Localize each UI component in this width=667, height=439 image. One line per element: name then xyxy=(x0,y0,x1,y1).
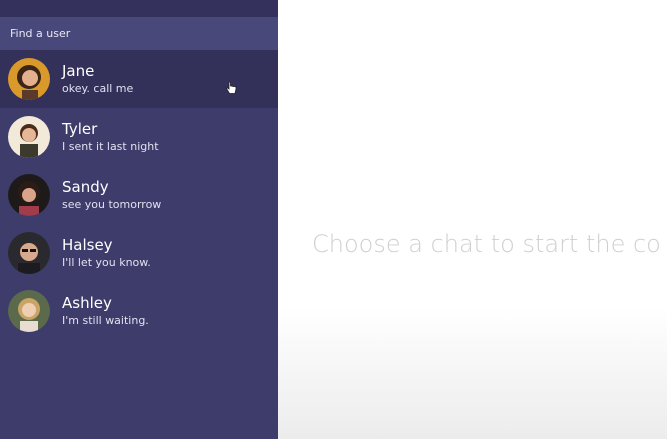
user-last-message: I sent it last night xyxy=(62,140,159,153)
user-item-sandy[interactable]: Sandy see you tomorrow xyxy=(0,166,278,224)
user-name: Jane xyxy=(62,62,95,80)
user-item-tyler[interactable]: Tyler I sent it last night xyxy=(0,108,278,166)
chat-area: Choose a chat to start the co xyxy=(278,0,667,439)
user-text: Ashley I'm still waiting. xyxy=(62,294,149,328)
user-text: Sandy see you tomorrow xyxy=(62,178,161,212)
user-last-message: okey. call me xyxy=(62,82,134,95)
avatar xyxy=(8,174,50,216)
user-text: Tyler I sent it last night xyxy=(62,120,159,154)
avatar xyxy=(8,58,50,100)
user-name: Halsey xyxy=(62,236,113,254)
user-name: Ashley xyxy=(62,294,112,312)
user-list: Jane okey. call me Tyler I sent it last … xyxy=(0,50,278,340)
sidebar-top-bar xyxy=(0,0,278,17)
user-item-jane[interactable]: Jane okey. call me xyxy=(0,50,278,108)
user-name: Tyler xyxy=(62,120,98,138)
hand-cursor-icon xyxy=(225,80,237,99)
user-text: Halsey I'll let you know. xyxy=(62,236,151,270)
avatar xyxy=(8,232,50,274)
sidebar: Jane okey. call me xyxy=(0,0,278,439)
user-last-message: I'll let you know. xyxy=(62,256,151,269)
user-item-halsey[interactable]: Halsey I'll let you know. xyxy=(0,224,278,282)
empty-chat-placeholder: Choose a chat to start the co xyxy=(312,230,661,258)
avatar xyxy=(8,290,50,332)
chat-app: Jane okey. call me xyxy=(0,0,667,439)
user-item-ashley[interactable]: Ashley I'm still waiting. xyxy=(0,282,278,340)
search-bar xyxy=(0,17,278,50)
user-text: Jane okey. call me xyxy=(62,62,133,96)
search-input[interactable] xyxy=(10,27,260,40)
user-last-message: see you tomorrow xyxy=(62,198,162,211)
user-last-message: I'm still waiting. xyxy=(62,314,149,327)
avatar xyxy=(8,116,50,158)
user-name: Sandy xyxy=(62,178,109,196)
